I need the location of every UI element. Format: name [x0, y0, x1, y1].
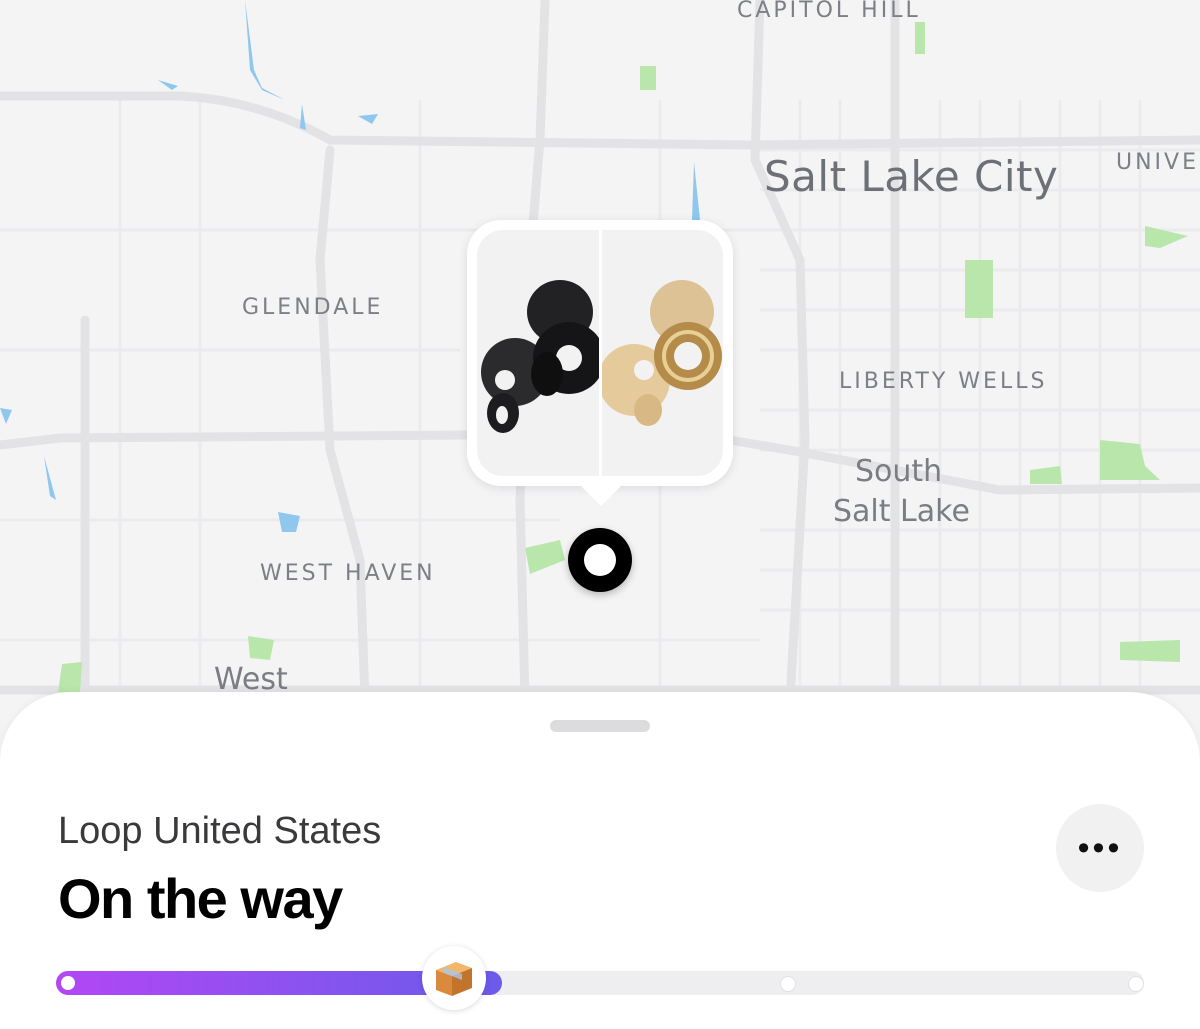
map-label-capitol-hill: CAPITOL HILL	[737, 0, 921, 23]
map-label-liberty-wells: LIBERTY WELLS	[839, 369, 1048, 394]
progress-step-ordered	[61, 976, 75, 990]
sheet-drag-handle[interactable]	[550, 720, 650, 732]
progress-step-delivered	[1128, 976, 1144, 992]
shipment-progress-bar	[56, 946, 1144, 1010]
more-options-button[interactable]: •••	[1056, 804, 1144, 892]
more-horizontal-icon: •••	[1077, 828, 1123, 867]
gold-variant	[600, 230, 723, 476]
location-pin[interactable]	[568, 528, 632, 592]
map-label-salt-lake: Salt Lake	[833, 494, 970, 529]
map-label-glendale: GLENDALE	[242, 295, 384, 320]
shipment-status: On the way	[58, 867, 343, 930]
map-view[interactable]: CAPITOL HILL Salt Lake City UNIVE GLENDA…	[0, 0, 1200, 720]
merchant-name: Loop United States	[58, 810, 382, 852]
variant-divider	[599, 230, 602, 476]
package-icon	[422, 946, 486, 1010]
map-label-west-haven: WEST HAVEN	[260, 561, 436, 586]
progress-step-out-for-delivery	[780, 976, 796, 992]
map-label-university: UNIVE	[1116, 150, 1199, 175]
product-popup[interactable]	[467, 220, 733, 506]
earplugs-product-image	[477, 230, 723, 476]
black-variant	[477, 230, 600, 476]
map-label-salt-lake-city: Salt Lake City	[764, 152, 1059, 201]
tracking-sheet: Loop United States On the way •••	[0, 692, 1200, 1029]
map-label-south: South	[855, 454, 943, 489]
